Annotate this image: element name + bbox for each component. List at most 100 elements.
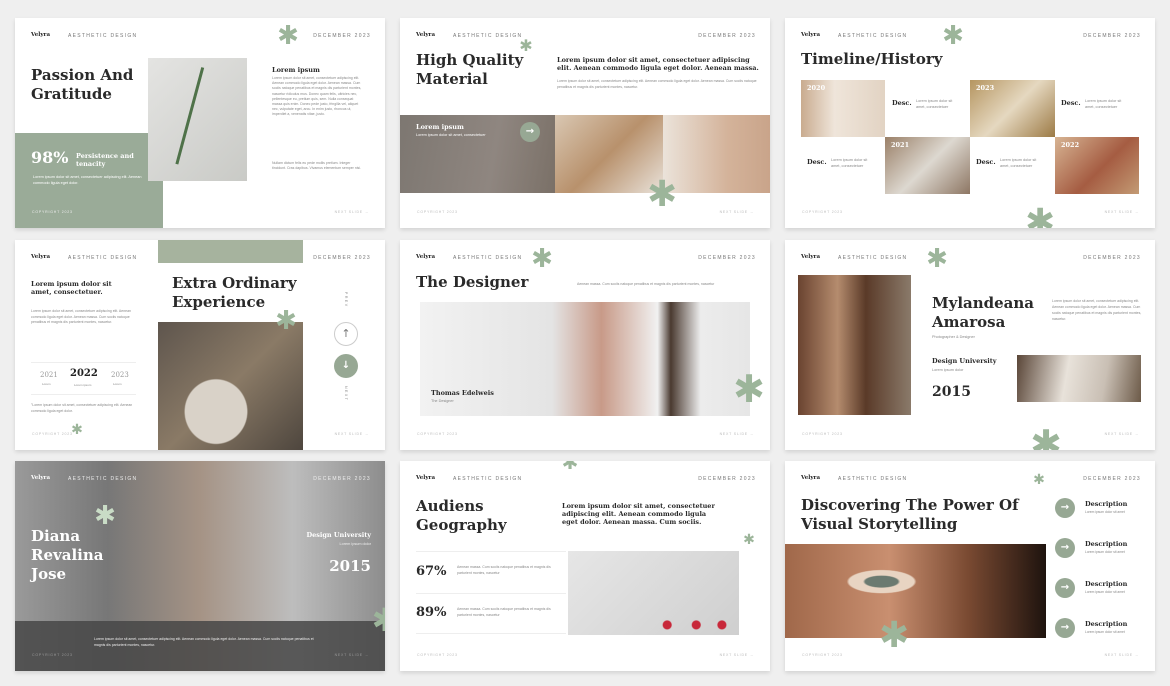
- writing-photo: [1017, 355, 1141, 402]
- asterisk-icon: ✱: [647, 174, 678, 215]
- arrow-right-button[interactable]: →: [1055, 498, 1075, 518]
- school: Design University: [306, 531, 371, 539]
- body-text: Lorem ipsum dolor sit amet, consectetuer…: [31, 309, 131, 324]
- date: DECEMBER 2023: [1083, 476, 1141, 482]
- item-title: Description: [1085, 620, 1128, 628]
- slide-passion[interactable]: Velyra AESTHETIC DESIGN ✱ DECEMBER 2023 …: [15, 18, 385, 228]
- year-sub: Lorem: [113, 382, 122, 386]
- item-title: Description: [1085, 500, 1128, 508]
- next-slide-link[interactable]: NEXT SLIDE →: [720, 432, 754, 436]
- next-slide-link[interactable]: NEXT SLIDE →: [1105, 653, 1139, 657]
- next-slide-link[interactable]: NEXT SLIDE →: [1105, 210, 1139, 214]
- arrow-right-button[interactable]: →: [1055, 578, 1075, 598]
- desc-text: Lorem ipsum dolor sit amet, consectetuer: [1000, 158, 1037, 168]
- next-slide-link[interactable]: NEXT SLIDE →: [720, 210, 754, 214]
- slide-title: Timeline/History: [801, 50, 943, 68]
- stat-value: 89%: [416, 605, 447, 620]
- asterisk-icon: ✱: [942, 21, 964, 51]
- item-text: Lorem ipsum dolor sit amet: [1085, 590, 1125, 594]
- section-heading: Lorem ipsum dolor sit amet, consectetuer…: [557, 56, 759, 72]
- asterisk-icon: ✱: [275, 306, 297, 336]
- section-heading: Lorem ipsum: [272, 66, 320, 74]
- brand: Velyra: [801, 32, 821, 38]
- stat-text: Lorem ipsum dolor sit amet, consectetuer…: [33, 175, 142, 185]
- item-title: Description: [1085, 540, 1128, 548]
- stat-text: Aenean massa. Cum sociis natoque penatib…: [457, 607, 551, 617]
- desc-text: Lorem ipsum dolor sit amet, consectetuer: [916, 99, 953, 109]
- next-slide-link[interactable]: NEXT SLIDE →: [1105, 432, 1139, 436]
- asterisk-icon: ✱: [531, 244, 553, 274]
- section-heading: Lorem ipsum dolor sit amet, consectetuer…: [31, 280, 112, 296]
- desc-label: Desc.: [976, 158, 996, 166]
- date: DECEMBER 2023: [1083, 255, 1141, 261]
- slide-profile[interactable]: Velyra AESTHETIC DESIGN ✱ DECEMBER 2023 …: [785, 240, 1155, 450]
- year-selector: 2021 2022 2023 Lorem Lorem ipsum Lorem: [31, 362, 136, 395]
- tagline: AESTHETIC DESIGN: [838, 255, 908, 261]
- asterisk-icon: ✱: [879, 615, 910, 656]
- designer-role: The Designer: [431, 399, 454, 403]
- desc-label: Desc.: [807, 158, 827, 166]
- footer-left: COPYRIGHT 2023: [32, 210, 73, 214]
- tagline: AESTHETIC DESIGN: [453, 33, 523, 39]
- slide-title: Audiens Geography: [416, 497, 507, 534]
- prev-label: PREV: [344, 292, 348, 308]
- next-slide-link[interactable]: NEXT SLIDE →: [335, 432, 369, 436]
- map-pins-photo: [568, 551, 739, 635]
- arrow-right-button[interactable]: →: [1055, 618, 1075, 638]
- slide-diana[interactable]: Velyra AESTHETIC DESIGN DECEMBER 2023 ✱ …: [15, 461, 385, 671]
- profile-name: Mylandeana Amarosa: [932, 294, 1035, 331]
- footer-left: COPYRIGHT 2023: [32, 432, 73, 436]
- brand: Velyra: [416, 254, 436, 260]
- arrow-right-button[interactable]: →: [1055, 538, 1075, 558]
- plant-photo: [148, 58, 247, 181]
- caption-text: Lorem ipsum dolor sit amet, consectetuer…: [94, 637, 314, 647]
- slide-geography[interactable]: ✱ Velyra AESTHETIC DESIGN DECEMBER 2023 …: [400, 461, 770, 671]
- tagline: AESTHETIC DESIGN: [838, 476, 908, 482]
- prev-button[interactable]: ↑: [334, 322, 358, 346]
- slide-title: Discovering The Power Of Visual Storytel…: [801, 496, 1019, 533]
- slide-designer[interactable]: Velyra AESTHETIC DESIGN ✱ DECEMBER 2023 …: [400, 240, 770, 450]
- next-button[interactable]: ↓: [334, 354, 358, 378]
- brand: Velyra: [31, 32, 51, 38]
- slide-title: The Designer: [416, 273, 529, 291]
- brand: Velyra: [416, 475, 436, 481]
- footer-left: COPYRIGHT 2023: [802, 432, 843, 436]
- profile-role: Photographer & Designer: [932, 335, 975, 339]
- date: DECEMBER 2023: [698, 33, 756, 39]
- date: DECEMBER 2023: [313, 476, 371, 482]
- footer-left: COPYRIGHT 2023: [417, 210, 458, 214]
- item-text: Lorem ipsum dolor sit amet: [1085, 510, 1125, 514]
- brand: Velyra: [416, 32, 436, 38]
- year-sub: Lorem: [42, 382, 51, 386]
- next-slide-link[interactable]: NEXT SLIDE →: [720, 653, 754, 657]
- footer-left: COPYRIGHT 2023: [417, 432, 458, 436]
- date: DECEMBER 2023: [698, 476, 756, 482]
- year-option[interactable]: 2023: [111, 371, 129, 379]
- stat-value: 67%: [416, 564, 447, 579]
- school-text: Lorem ipsum dolor: [932, 368, 964, 372]
- item-text: Lorem ipsum dolor sit amet: [1085, 630, 1125, 634]
- body-text-2: Nullam dictum felis eu pede mollis preti…: [272, 161, 362, 171]
- desc-label: Desc.: [1061, 99, 1081, 107]
- year-sub: Lorem ipsum: [74, 383, 92, 387]
- footer-left: COPYRIGHT 2023: [32, 653, 73, 657]
- profile-name: Diana Revalina Jose: [31, 527, 104, 583]
- designer-name: Thomas Edelweis: [431, 389, 494, 397]
- slide-title: High Quality Material: [416, 51, 524, 88]
- school: Design University: [932, 357, 997, 365]
- tagline: AESTHETIC DESIGN: [68, 33, 138, 39]
- year-option[interactable]: 2021: [40, 371, 58, 379]
- slide-title: Passion And Gratitude: [31, 66, 134, 103]
- arrow-right-button[interactable]: →: [520, 122, 540, 142]
- slide-timeline[interactable]: Velyra AESTHETIC DESIGN ✱ DECEMBER 2023 …: [785, 18, 1155, 228]
- brand: Velyra: [31, 254, 51, 260]
- slide-experience[interactable]: Velyra AESTHETIC DESIGN DECEMBER 2023 Lo…: [15, 240, 385, 450]
- date: DECEMBER 2023: [313, 255, 371, 261]
- brand: Velyra: [801, 475, 821, 481]
- next-slide-link[interactable]: NEXT SLIDE →: [335, 653, 369, 657]
- slide-storytelling[interactable]: Velyra AESTHETIC DESIGN ✱ DECEMBER 2023 …: [785, 461, 1155, 671]
- timeline-photo: 2023: [970, 80, 1055, 137]
- year-option-selected[interactable]: 2022: [70, 368, 98, 379]
- next-slide-link[interactable]: NEXT SLIDE →: [335, 210, 369, 214]
- slide-quality[interactable]: Velyra AESTHETIC DESIGN DECEMBER 2023 ✱ …: [400, 18, 770, 228]
